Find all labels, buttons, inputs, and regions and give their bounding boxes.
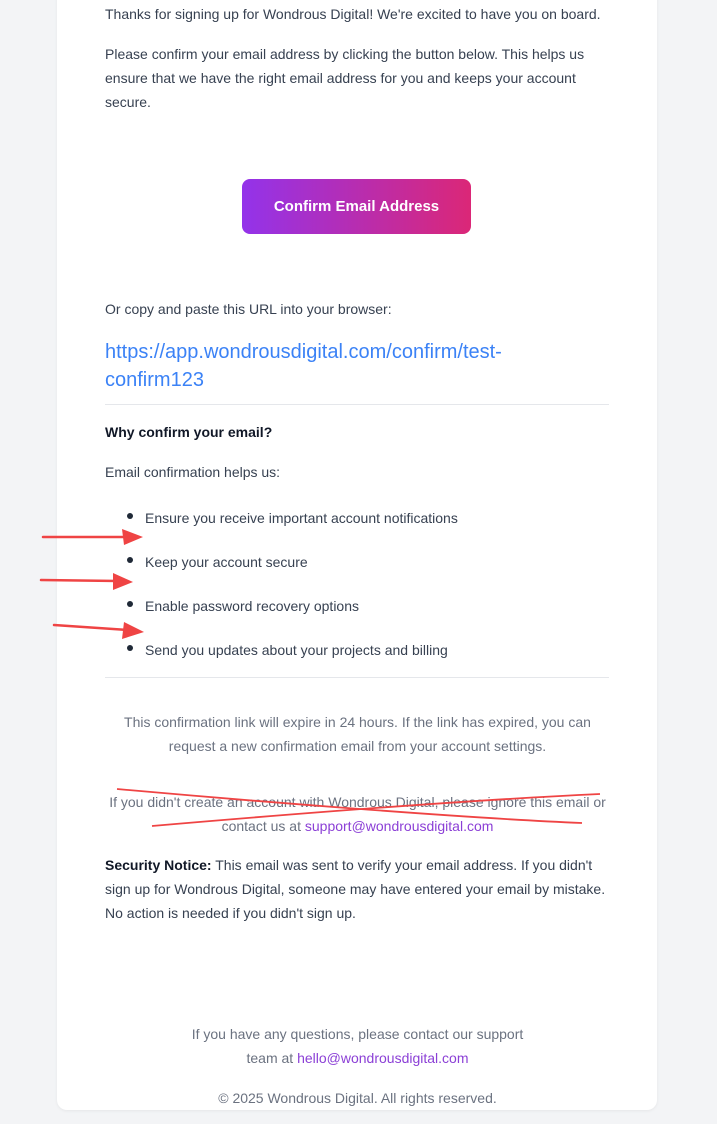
footer-copyright: © 2025 Wondrous Digital. All rights rese…	[218, 1090, 497, 1106]
bullet-icon	[127, 645, 133, 651]
bullet-icon	[127, 557, 133, 563]
divider	[105, 404, 609, 405]
list-item: Send you updates about your projects and…	[127, 638, 605, 682]
bullet-icon	[127, 601, 133, 607]
security-label: Security Notice:	[105, 857, 212, 873]
list-item: Ensure you receive important account not…	[127, 506, 605, 550]
footer-questions: If you have any questions, please contac…	[191, 1026, 524, 1066]
expiry-notice: This confirmation link will expire in 24…	[124, 714, 591, 754]
security-notice: Security Notice: This email was sent to …	[105, 857, 606, 921]
confirm-url-link[interactable]: https://app.wondrousdigital.com/confirm/…	[105, 338, 585, 394]
confirm-instructions: Please confirm your email address by cli…	[105, 46, 585, 110]
copy-url-label: Or copy and paste this URL into your bro…	[105, 301, 392, 317]
list-item: Keep your account secure	[127, 550, 605, 594]
divider	[105, 677, 609, 678]
confirm-email-button[interactable]: Confirm Email Address	[242, 179, 471, 234]
why-intro: Email confirmation helps us:	[105, 464, 281, 480]
hello-email-link[interactable]: hello@wondrousdigital.com	[297, 1050, 468, 1066]
list-item: Enable password recovery options	[127, 594, 605, 638]
support-email-link[interactable]: support@wondrousdigital.com	[305, 818, 494, 834]
ignore-notice: If you didn't create an account with Won…	[109, 794, 606, 834]
reasons-list: Ensure you receive important account not…	[127, 506, 605, 682]
why-heading: Why confirm your email?	[105, 424, 273, 440]
bullet-icon	[127, 513, 133, 519]
thanks-text: Thanks for signing up for Wondrous Digit…	[105, 6, 601, 22]
